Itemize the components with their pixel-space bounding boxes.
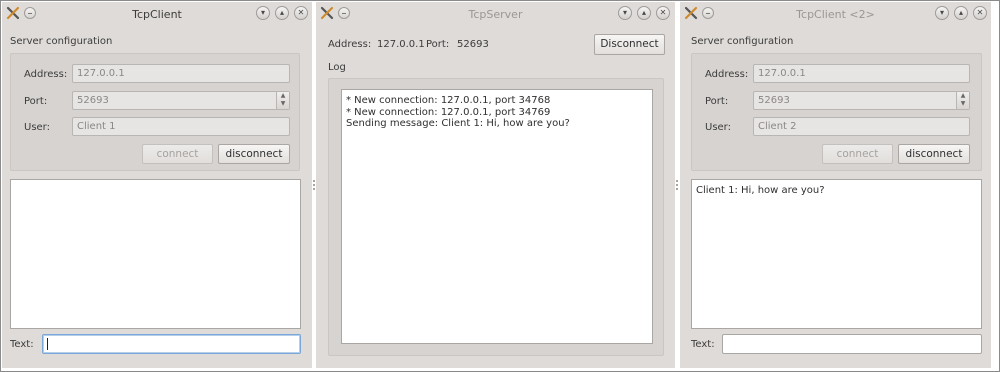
- log-group: * New connection: 127.0.0.1, port 34768 …: [328, 78, 664, 356]
- text-input[interactable]: [42, 334, 301, 354]
- log-label: Log: [328, 62, 346, 73]
- connect-button[interactable]: connect: [142, 144, 213, 164]
- text-label: Text:: [691, 339, 715, 350]
- group-title: Server configuration: [10, 36, 113, 47]
- address-label: Address:: [705, 69, 749, 80]
- close-icon[interactable]: ✕: [294, 6, 308, 20]
- server-configuration-group: Address: 127.0.0.1 Port: 52693 ▲ ▼ User: …: [691, 53, 982, 171]
- text-caret: [47, 338, 48, 350]
- text-label: Text:: [10, 339, 34, 350]
- chevron-up-icon[interactable]: ▴: [275, 6, 289, 20]
- disconnect-button[interactable]: disconnect: [218, 144, 290, 164]
- disconnect-button[interactable]: Disconnect: [594, 34, 665, 55]
- connect-button[interactable]: connect: [822, 144, 893, 164]
- user-label: User:: [705, 122, 731, 133]
- server-address-value: 127.0.0.1: [377, 39, 425, 50]
- port-spinbox[interactable]: 52693 ▲ ▼: [753, 91, 970, 110]
- user-field[interactable]: Client 1: [72, 117, 290, 136]
- chevron-up-icon[interactable]: ▴: [954, 6, 968, 20]
- close-icon[interactable]: ✕: [656, 6, 670, 20]
- title-bar[interactable]: TcpServer ▾ ▴ ✕: [316, 2, 675, 27]
- log-area[interactable]: * New connection: 127.0.0.1, port 34768 …: [341, 89, 653, 344]
- chevron-down-icon[interactable]: ▾: [935, 6, 949, 20]
- port-value: 52693: [77, 95, 109, 106]
- title-bar[interactable]: TcpClient ▾ ▴ ✕: [2, 2, 312, 27]
- port-label: Port:: [24, 96, 48, 107]
- message-line: Client 1: Hi, how are you?: [696, 185, 825, 196]
- chevron-up-icon[interactable]: ▴: [637, 6, 651, 20]
- server-port-value: 52693: [457, 39, 489, 50]
- window-divider-grip[interactable]: [313, 180, 315, 190]
- window-divider-grip[interactable]: [676, 180, 678, 190]
- port-spin-buttons[interactable]: ▲ ▼: [956, 92, 969, 109]
- server-address-label: Address:: [328, 39, 372, 50]
- address-field[interactable]: 127.0.0.1: [72, 64, 290, 83]
- address-field[interactable]: 127.0.0.1: [753, 64, 970, 83]
- messages-area[interactable]: Client 1: Hi, how are you?: [691, 179, 982, 329]
- chevron-down-icon[interactable]: ▾: [618, 6, 632, 20]
- close-icon[interactable]: ✕: [973, 6, 987, 20]
- chevron-down-icon[interactable]: ▾: [256, 6, 270, 20]
- disconnect-button[interactable]: disconnect: [898, 144, 970, 164]
- user-label: User:: [24, 122, 50, 133]
- port-label: Port:: [705, 96, 729, 107]
- messages-area[interactable]: [10, 179, 301, 329]
- server-port-label: Port:: [426, 39, 450, 50]
- log-line: Sending message: Client 1: Hi, how are y…: [346, 118, 570, 129]
- address-label: Address:: [24, 69, 68, 80]
- text-input[interactable]: [722, 334, 982, 354]
- log-line: * New connection: 127.0.0.1, port 34769: [346, 106, 551, 118]
- tcpserver-window: TcpServer ▾ ▴ ✕ Address: 127.0.0.1 Port:…: [316, 2, 675, 368]
- tcpclient2-window: TcpClient <2> ▾ ▴ ✕ Server configuration…: [680, 2, 991, 368]
- port-spin-buttons[interactable]: ▲ ▼: [276, 92, 289, 109]
- port-spinbox[interactable]: 52693 ▲ ▼: [72, 91, 290, 110]
- tcpclient-window: TcpClient ▾ ▴ ✕ Server configuration Add…: [2, 2, 312, 368]
- title-bar[interactable]: TcpClient <2> ▾ ▴ ✕: [680, 2, 991, 27]
- user-field[interactable]: Client 2: [753, 117, 970, 136]
- group-title: Server configuration: [691, 36, 794, 47]
- port-value: 52693: [758, 95, 790, 106]
- server-configuration-group: Address: 127.0.0.1 Port: 52693 ▲ ▼ User: …: [10, 53, 300, 171]
- log-line: * New connection: 127.0.0.1, port 34768: [346, 95, 551, 106]
